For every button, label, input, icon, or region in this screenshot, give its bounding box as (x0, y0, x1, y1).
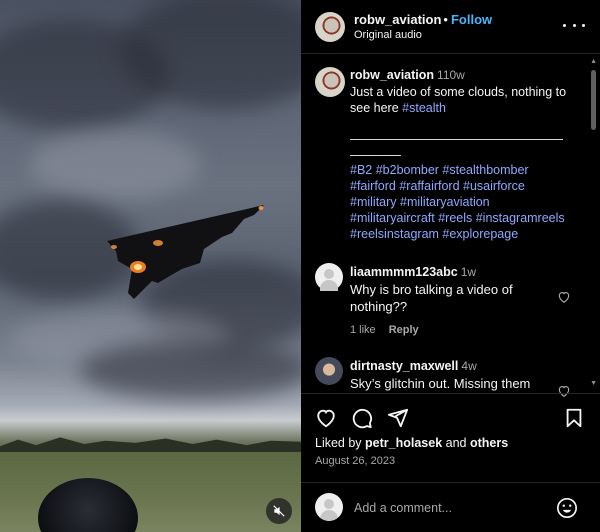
commenter-avatar[interactable] (315, 263, 343, 291)
post-actions: Liked by petr_holasek and others August … (301, 393, 600, 482)
post-date[interactable]: August 26, 2023 (315, 455, 395, 467)
more-horizontal-icon (582, 23, 585, 27)
comment-likes[interactable]: 1 like (350, 324, 376, 336)
scrollbar-thumb[interactable] (591, 70, 596, 130)
caption-hashtags: #B2 #b2bomber #stealthbomber #fairford #… (350, 162, 580, 242)
share-icon[interactable] (387, 407, 409, 429)
hashtag-line[interactable]: #military #militaryaviation (350, 194, 580, 210)
separator-dot: • (443, 12, 448, 27)
caption-text: Just a video of some clouds, nothing to … (350, 84, 567, 116)
hashtag-line[interactable]: #B2 #b2bomber #stealthbomber (350, 162, 580, 178)
hashtag-line[interactable]: #fairford #raffairford #usairforce (350, 178, 580, 194)
author-username[interactable]: robw_aviation (354, 12, 441, 27)
caption: robw_aviation 110w Just a video of some c… (350, 67, 572, 117)
reply-button[interactable]: Reply (389, 324, 419, 336)
comment-text: Why is bro talking a video of (350, 282, 513, 297)
bookmark-icon[interactable] (563, 407, 585, 429)
comment-like-heart-icon[interactable] (557, 290, 571, 304)
liked-by-others[interactable]: others (470, 436, 508, 450)
comment-text: nothing?? (350, 299, 408, 314)
comment-icon[interactable] (351, 407, 373, 429)
hashtag-line[interactable]: #militaryaircraft #reels #instagramreels (350, 210, 580, 226)
comment-time[interactable]: 4w (461, 359, 476, 373)
more-horizontal-icon (563, 23, 566, 27)
cloud (30, 130, 200, 200)
b2-bomber-aircraft (107, 205, 264, 299)
liked-by-prefix: Liked by (315, 436, 362, 450)
current-user-avatar (315, 493, 343, 521)
caption-author-avatar[interactable] (315, 67, 345, 97)
hashtag-line[interactable]: #reelsinstagram #explorepage (350, 226, 580, 242)
comment-actions: 1 like Reply (350, 324, 432, 336)
scroll-down-arrow-icon[interactable]: ▼ (590, 380, 597, 387)
post-panel: robw_aviation • Follow Original audio ▲ ▼ … (301, 0, 600, 532)
reel-video[interactable] (0, 0, 301, 532)
muted-speaker-icon (273, 505, 285, 517)
comment-time[interactable]: 1w (461, 265, 476, 279)
add-comment-input[interactable] (354, 499, 544, 517)
comment-username[interactable]: liaammmm123abc (350, 265, 458, 279)
liked-by-user[interactable]: petr_holasek (365, 436, 442, 450)
follow-button[interactable]: Follow (451, 12, 492, 27)
comment-composer (301, 482, 600, 532)
audio-label[interactable]: Original audio (354, 29, 422, 41)
mute-toggle-button[interactable] (266, 498, 292, 524)
more-options-button[interactable] (563, 16, 585, 34)
caption-divider (350, 155, 401, 156)
comment: dirtnasty_maxwell 4w Sky’s glitchin out. … (350, 357, 550, 392)
liked-by-conjunction: and (445, 436, 467, 450)
author-line: robw_aviation • Follow (354, 12, 492, 27)
caption-time[interactable]: 110w (437, 68, 465, 82)
caption-divider (350, 139, 563, 140)
hashtag-link[interactable]: #stealth (402, 101, 446, 115)
liked-by-line: Liked by petr_holasek and others (315, 436, 508, 450)
emoji-icon[interactable] (556, 497, 578, 519)
post-header: robw_aviation • Follow Original audio (301, 0, 600, 54)
comment-username[interactable]: dirtnasty_maxwell (350, 359, 458, 373)
scroll-up-arrow-icon[interactable]: ▲ (590, 58, 597, 65)
comment-text: Sky’s glitchin out. Missing them (350, 376, 531, 391)
cloud (80, 340, 301, 400)
heart-icon[interactable] (315, 407, 337, 429)
comment: liaammmm123abc 1w Why is bro talking a vi… (350, 263, 550, 315)
author-avatar[interactable] (315, 12, 345, 42)
commenter-avatar[interactable] (315, 357, 343, 385)
caption-username[interactable]: robw_aviation (350, 68, 434, 82)
more-horizontal-icon (572, 23, 576, 27)
